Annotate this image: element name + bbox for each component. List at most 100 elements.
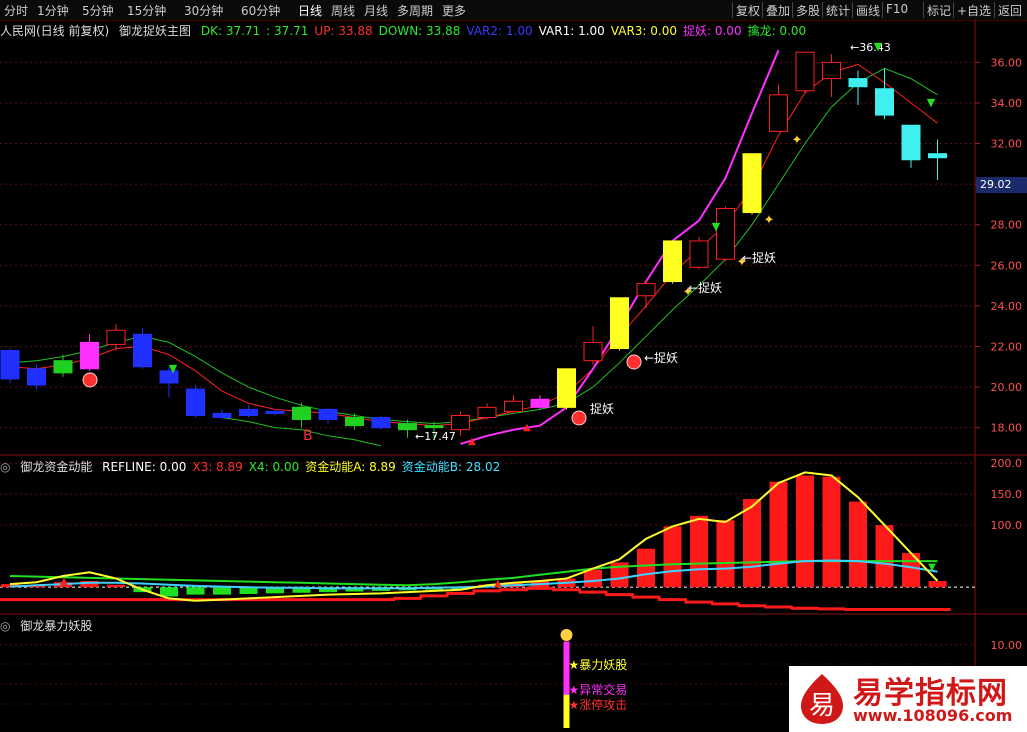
- buy-arrow-icon: ▲: [468, 436, 476, 447]
- sell-arrow-icon: ▼: [874, 40, 883, 53]
- fund-bar: [902, 553, 920, 588]
- collapse-icon[interactable]: ◎: [0, 460, 10, 474]
- candle-body: [398, 423, 417, 431]
- fund-momentum-panel: ▲ ▲ ▼: [0, 471, 975, 611]
- fund-bar: [213, 587, 231, 595]
- y-tick-label: 32.00: [991, 138, 1023, 151]
- candle-body: [583, 341, 603, 362]
- fund-panel-header: ◎ 御龙资金动能 REFLINE: 0.00 X3: 8.89 X4: 0.00 资金…: [0, 458, 506, 474]
- y-tick-label: 10.00: [991, 639, 1023, 652]
- fund-bar: [584, 569, 602, 588]
- ma-long-line: [9, 67, 938, 425]
- candle-body: [636, 283, 656, 297]
- candle-body: [848, 78, 868, 88]
- buy-arrow-icon: ▲: [494, 578, 502, 589]
- sell-arrow-icon: ▼: [927, 96, 936, 109]
- candle-body: [424, 425, 444, 429]
- candle-body: [822, 61, 841, 80]
- sell-arrow-icon: ▼: [169, 362, 178, 375]
- y-tick-label: 24.00: [991, 300, 1023, 313]
- indicator-value-0: REFLINE: 0.00: [102, 460, 187, 474]
- indicator-value-3: DOWN: 33.88: [378, 24, 461, 38]
- y-tick-label: 150.0: [991, 488, 1023, 501]
- chart-canvas: ▲ ▲▼ ←17.47←36.43B捉妖←捉妖←捉妖←捉妖✦✦✦✦▼▼▼▼▲▲ ★…: [0, 20, 1027, 732]
- fund-bar: [743, 499, 761, 588]
- indicator-value-0: DK: 37.71: [200, 24, 261, 38]
- watermark-logo: 易: [801, 674, 843, 724]
- main-indicator-title: 御龙捉妖主图: [119, 24, 192, 38]
- candle-body: [106, 329, 126, 345]
- fund-bar: [769, 481, 788, 588]
- fund-bar: [849, 501, 867, 588]
- candle-body: [928, 153, 947, 159]
- low-price-label: ←17.47: [415, 430, 456, 443]
- candle-body: [186, 388, 205, 416]
- candle-body: [265, 410, 285, 414]
- signal-icon: [82, 372, 98, 388]
- indicator-value-3: 资金动能A: 8.89: [305, 460, 396, 474]
- svg-text:易: 易: [809, 691, 835, 721]
- zhuoyao-label-0: 捉妖: [590, 401, 614, 416]
- zhangting-label: ★涨停攻击: [569, 697, 628, 712]
- candle-body: [345, 417, 364, 427]
- signal-icon: [626, 354, 642, 370]
- candle-body: [371, 417, 391, 429]
- butterfly-icon: ✦: [764, 213, 775, 228]
- ma-short-line: [9, 63, 938, 427]
- buy-mark: B: [303, 428, 313, 444]
- fund-bar: [716, 520, 735, 588]
- candle-body: [27, 368, 46, 386]
- candle-body: [318, 408, 338, 421]
- sell-arrow-icon: ▼: [928, 562, 936, 573]
- butterfly-icon: ✦: [792, 133, 803, 148]
- indicator-value-2: X4: 0.00: [248, 460, 300, 474]
- y-tick-label: 36.00: [991, 56, 1023, 69]
- butterfly-icon: ✦: [683, 285, 694, 300]
- candle-body: [451, 414, 470, 431]
- candle-body: [663, 240, 682, 283]
- candle-body: [742, 153, 762, 214]
- stock-title: 人民网(日线 前复权): [0, 24, 110, 38]
- y-tick-label: 100.0: [991, 519, 1023, 532]
- y-tick-label: 200.0: [991, 457, 1023, 470]
- candle-body: [80, 341, 99, 370]
- candle-body: [239, 408, 258, 416]
- butterfly-icon: ✦: [737, 255, 748, 270]
- collapse-icon[interactable]: ◎: [0, 619, 10, 633]
- grid-layer: [0, 20, 1027, 732]
- fund-bar: [928, 580, 947, 588]
- fund-indicator-title: 御龙资金动能: [20, 460, 93, 474]
- candle-body: [292, 406, 311, 421]
- buy-arrow-icon: ▲: [523, 422, 531, 433]
- candle-body: [212, 412, 232, 418]
- candle-body: [689, 240, 709, 268]
- candle-body: [901, 124, 921, 161]
- high-price-label: ←36.43: [850, 41, 891, 54]
- candle-body: [504, 400, 523, 412]
- demon-signal-icon: [560, 628, 573, 641]
- y-tick-label: 34.00: [991, 97, 1023, 110]
- fund-bar: [637, 548, 655, 588]
- main-panel-header: 人民网(日线 前复权) 御龙捉妖主图 DK: 37.71 : 37.71 UP: 3…: [0, 22, 812, 38]
- current-price-tag: 29.02: [976, 177, 1027, 193]
- candle-body: [875, 88, 894, 116]
- candle-body: [0, 350, 20, 380]
- candle-body: [769, 94, 788, 132]
- sell-arrow-icon: ▼: [712, 220, 721, 233]
- fund-bar: [690, 515, 708, 588]
- candle-body: [795, 51, 815, 92]
- indicator-value-6: VAR3: 0.00: [610, 24, 677, 38]
- baoli-label: ★暴力妖股: [569, 658, 628, 672]
- indicator-value-1: : 37.71: [266, 24, 309, 38]
- indicator-value-2: UP: 33.88: [314, 24, 373, 38]
- fund-bar: [107, 584, 125, 588]
- watermark-url: www.108096.com: [853, 706, 1013, 725]
- indicator-value-7: 捉妖: 0.00: [683, 24, 742, 38]
- indicator-value-4: VAR2: 1.00: [466, 24, 533, 38]
- watermark: 易 易学指标网 www.108096.com: [789, 666, 1027, 732]
- y-tick-label: 26.00: [991, 259, 1023, 272]
- candle-body: [610, 297, 629, 350]
- indicator-value-1: X3: 8.89: [192, 460, 243, 474]
- demon-panel-header: ◎ 御龙暴力妖股: [0, 617, 98, 633]
- price-panel: ←17.47←36.43B捉妖←捉妖←捉妖←捉妖✦✦✦✦▼▼▼▼▲▲: [0, 40, 947, 447]
